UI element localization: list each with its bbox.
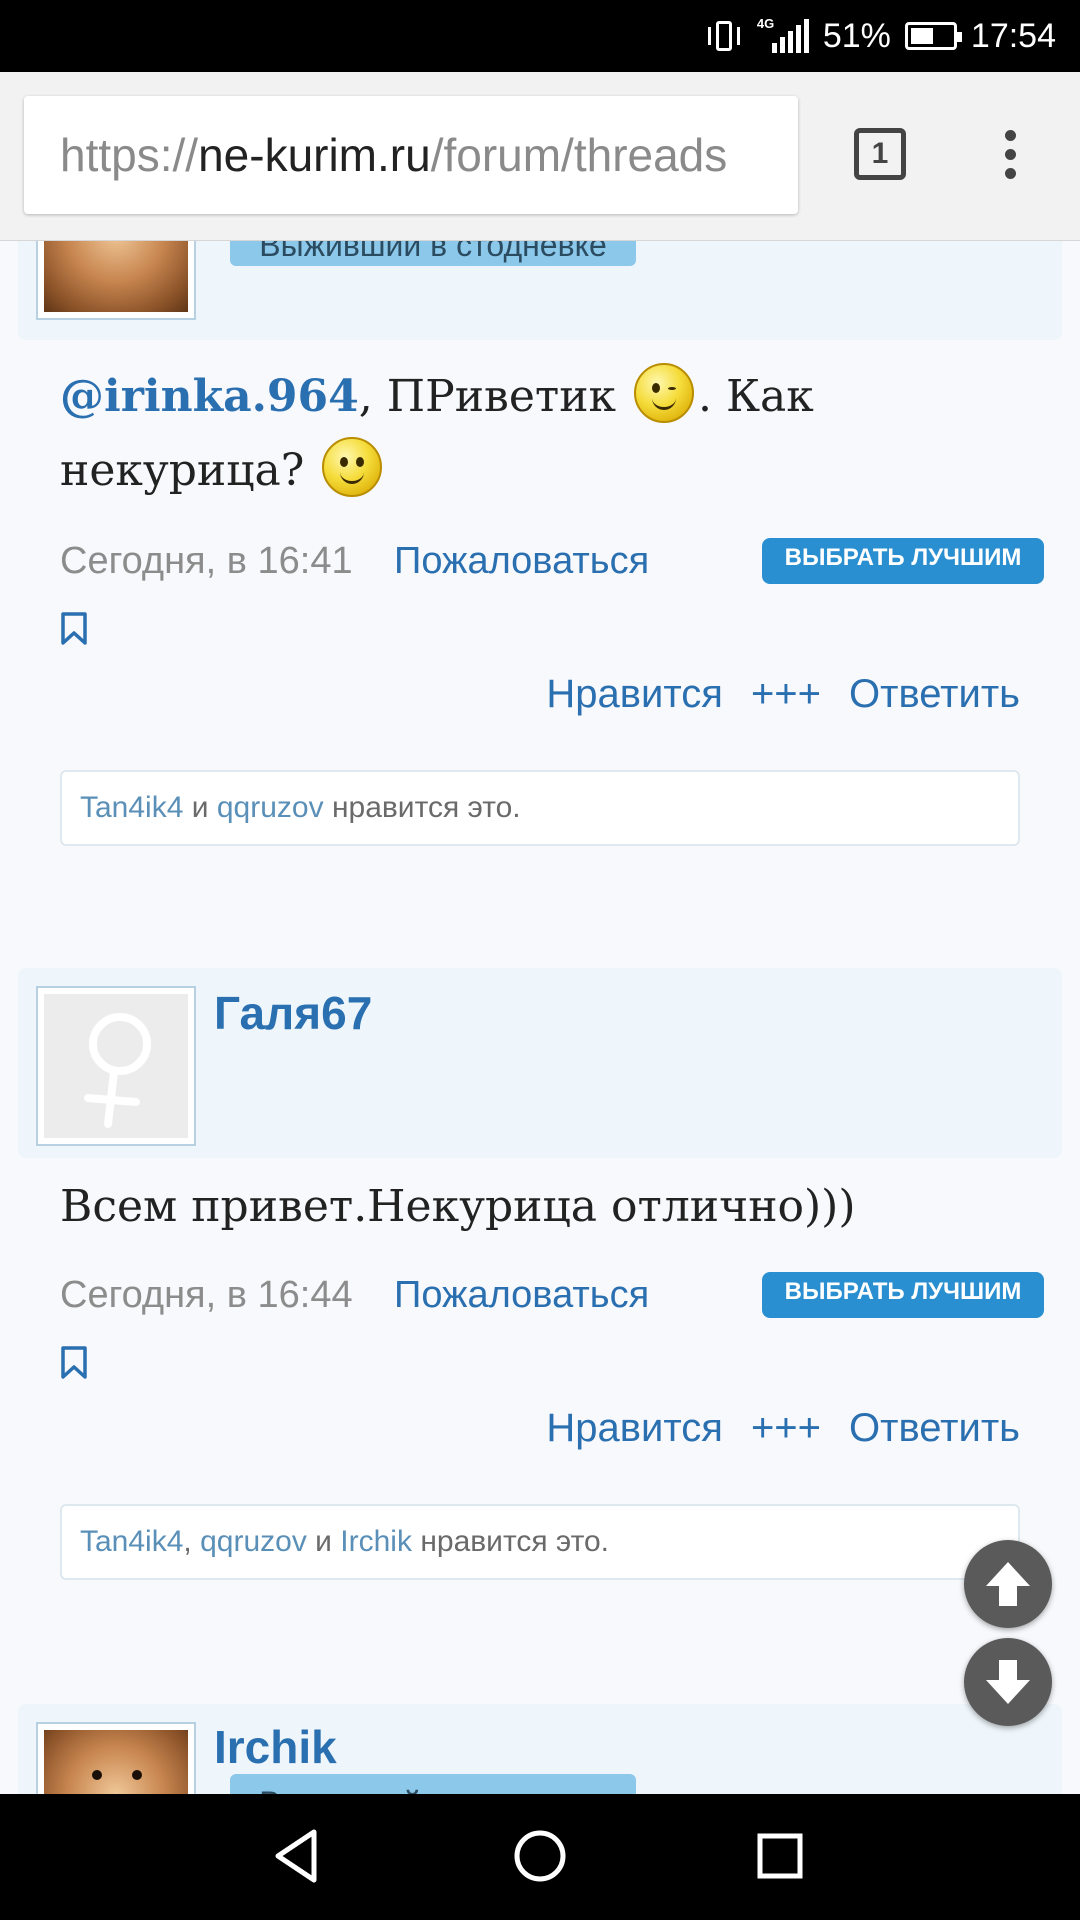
plus-link[interactable]: +++ (751, 1406, 821, 1450)
scroll-down-button[interactable] (964, 1638, 1052, 1726)
best-answer-button[interactable]: ВЫБРАТЬ ЛУЧШИМ (762, 1272, 1044, 1318)
menu-icon[interactable] (998, 130, 1022, 186)
scroll-up-button[interactable] (964, 1540, 1052, 1628)
username-link[interactable]: Галя67 (214, 986, 372, 1040)
liker-link[interactable]: qqruzov (217, 791, 324, 824)
message-text: , ПРиветик (358, 371, 617, 422)
post-actions: Нравится +++ Ответить (518, 1406, 1020, 1451)
signal-icon: 4G (757, 17, 809, 55)
likes-summary: Tan4ik4 и qqruzov нравится это. (60, 770, 1020, 846)
url-path: /forum/threads (430, 129, 728, 181)
navigation-bar (0, 1794, 1080, 1920)
report-link[interactable]: Пожаловаться (394, 1274, 649, 1317)
status-bar: 4G 51% 17:54 (0, 0, 1080, 72)
battery-percent: 51% (822, 16, 891, 55)
report-link[interactable]: Пожаловаться (394, 540, 649, 583)
post-message: Всем привет.Некурица отлично))) (60, 1181, 856, 1232)
likes-and: и (315, 1525, 332, 1558)
like-link[interactable]: Нравится (546, 1406, 723, 1450)
reply-link[interactable]: Ответить (849, 1406, 1020, 1450)
battery-icon (904, 22, 962, 50)
like-link[interactable]: Нравится (546, 672, 723, 716)
rank-badge: Выживший в стодневке (230, 240, 636, 266)
back-icon[interactable] (266, 1824, 330, 1888)
bookmark-icon[interactable] (60, 1346, 88, 1380)
clock: 17:54 (970, 16, 1056, 55)
rank-badge: Выживший в стодневке (230, 1774, 636, 1794)
recents-icon[interactable] (748, 1824, 812, 1888)
avatar[interactable] (36, 240, 196, 320)
thread-content: Выживший в стодневке @irinka.964, ПРивет… (0, 240, 1080, 1794)
liker-link[interactable]: Irchik (340, 1525, 412, 1558)
likes-and: и (191, 791, 209, 824)
liker-link[interactable]: Tan4ik4 (80, 791, 183, 824)
home-icon[interactable] (508, 1824, 572, 1888)
scroll-down-icon (986, 1660, 1030, 1704)
url-bar[interactable]: https://ne-kurim.ru/forum/threads (24, 96, 798, 214)
liker-link[interactable]: qqruzov (200, 1525, 307, 1558)
user-mention[interactable]: @irinka.964 (60, 371, 359, 422)
female-avatar-icon (84, 1013, 151, 1128)
likes-summary: Tan4ik4, qqruzov и Irchik нравится это. (60, 1504, 1020, 1580)
scroll-up-icon (986, 1562, 1030, 1606)
avatar[interactable] (36, 986, 196, 1146)
likes-comma: , (183, 1525, 192, 1558)
post-message: @irinka.964, ПРиветик . Как некурица? (60, 360, 1020, 508)
wink-smiley-icon (634, 363, 695, 423)
bookmark-icon[interactable] (60, 612, 88, 646)
reply-link[interactable]: Ответить (849, 672, 1020, 716)
url-scheme: https:// (60, 129, 199, 181)
browser-toolbar: https://ne-kurim.ru/forum/threads 1 (0, 72, 1080, 241)
post-date[interactable]: Сегодня, в 16:41 (60, 540, 353, 583)
post-date[interactable]: Сегодня, в 16:44 (60, 1274, 353, 1317)
post-actions: Нравится +++ Ответить (518, 672, 1020, 717)
tab-switcher-icon[interactable]: 1 (854, 128, 906, 180)
happy-smiley-icon (322, 437, 383, 497)
likes-suffix: нравится это. (331, 791, 521, 824)
vibrate-icon (705, 19, 743, 53)
avatar[interactable] (36, 1722, 196, 1794)
username-link[interactable]: Irchik (214, 1720, 337, 1774)
likes-suffix: нравится это. (420, 1525, 609, 1558)
liker-link[interactable]: Tan4ik4 (80, 1525, 183, 1558)
post-meta: Сегодня, в 16:44 Пожаловаться ВЫБРАТЬ ЛУ… (60, 1268, 1044, 1318)
best-answer-button[interactable]: ВЫБРАТЬ ЛУЧШИМ (762, 538, 1044, 584)
post-meta: Сегодня, в 16:41 Пожаловаться ВЫБРАТЬ ЛУ… (60, 534, 1044, 584)
plus-link[interactable]: +++ (751, 672, 821, 716)
url-host: ne-kurim.ru (198, 129, 431, 181)
